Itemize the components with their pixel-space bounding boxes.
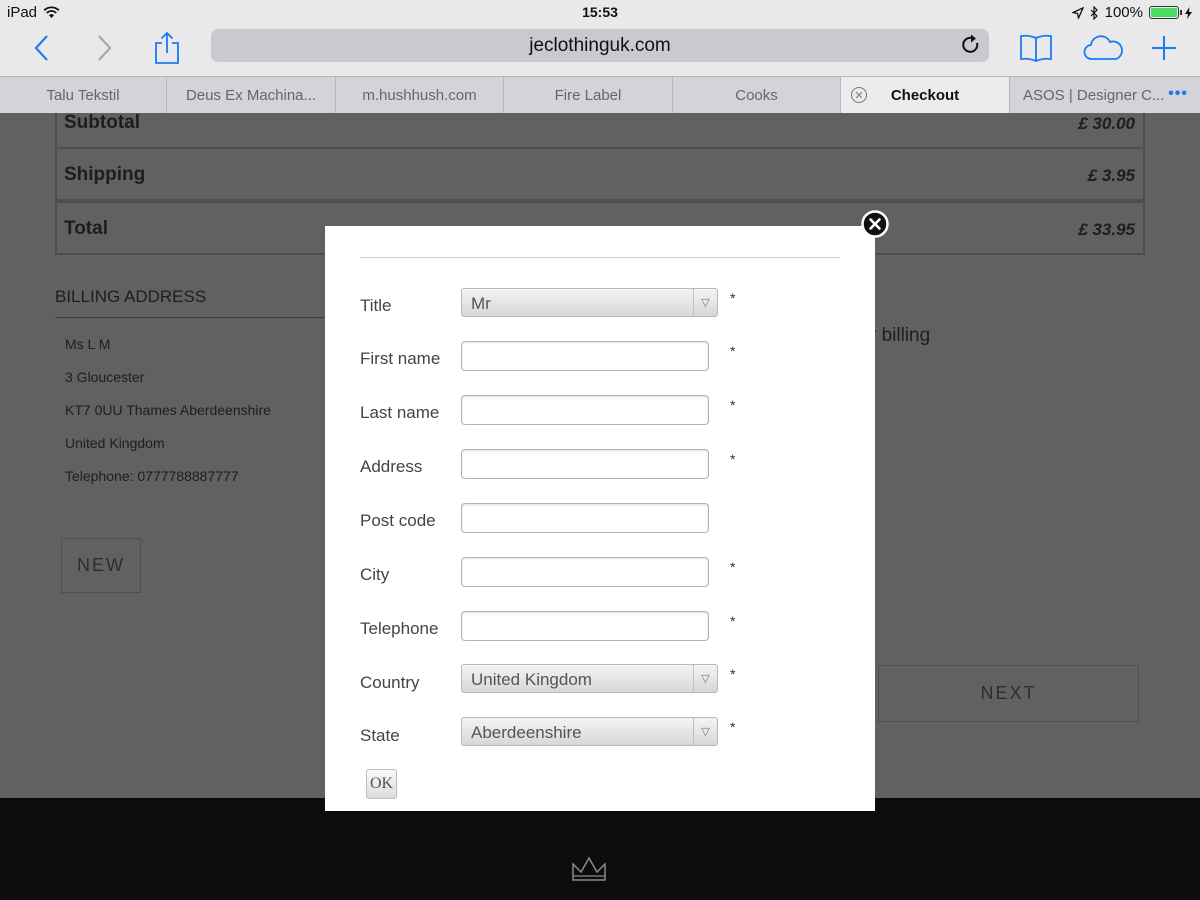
required-marker: * [730,719,736,735]
required-marker: * [730,559,736,575]
state-label: State [360,726,400,745]
last-name-input[interactable] [461,395,709,425]
required-marker: * [730,397,736,413]
tab-asos[interactable]: ASOS | Designer C... ••• [1010,77,1200,113]
back-button[interactable] [26,28,56,68]
required-marker: * [730,666,736,682]
tab-checkout[interactable]: Checkout [841,77,1010,113]
browser-toolbar: jeclothinguk.com [0,24,1200,76]
telephone-input[interactable] [461,611,709,641]
dropdown-arrow-icon: ▽ [693,665,717,692]
address-bar[interactable]: jeclothinguk.com [211,29,989,62]
tab-hushhush[interactable]: m.hushhush.com [336,77,504,113]
divider [55,317,345,318]
tab-label: m.hushhush.com [362,86,477,104]
url-text: jeclothinguk.com [529,35,671,56]
tab-cooks[interactable]: Cooks [673,77,841,113]
subtotal-value: £ 30.00 [1078,114,1135,133]
plus-icon [1152,36,1176,60]
tab-deus-ex-machina[interactable]: Deus Ex Machina... [167,77,336,113]
country-select-value: United Kingdom [471,670,592,689]
state-select[interactable]: Aberdeenshire ▽ [461,717,718,746]
title-select[interactable]: Mr ▽ [461,288,718,317]
telephone-label: Telephone [360,619,439,638]
bookmarks-button[interactable] [1019,28,1053,68]
icloud-tabs-button[interactable] [1081,28,1125,68]
new-address-button[interactable]: NEW [61,538,141,593]
address-label: Address [360,457,423,476]
tab-bar: Talu Tekstil Deus Ex Machina... m.hushhu… [0,76,1200,113]
battery-icon [1149,6,1182,19]
address-line: Telephone: 0777788887777 [65,468,239,484]
share-button[interactable] [152,28,182,68]
crown-logo-icon [572,856,606,881]
tab-label: Cooks [735,86,778,104]
next-button[interactable]: NEXT [878,665,1139,722]
last-name-label: Last name [360,403,440,422]
post-code-label: Post code [360,511,436,530]
address-line: United Kingdom [65,435,165,451]
location-icon [1071,6,1084,19]
total-value: £ 33.95 [1078,220,1135,239]
required-marker: * [730,343,736,359]
shipping-row: Shipping £ 3.95 [55,147,1145,201]
tab-label: Checkout [890,86,960,104]
charging-icon [1185,6,1192,19]
shipping-value: £ 3.95 [1087,166,1135,185]
subtotal-label: Subtotal [64,113,140,133]
clock: 15:53 [582,4,618,20]
more-tabs-icon[interactable]: ••• [1168,85,1188,103]
address-line: KT7 0UU Thames Aberdeenshire [65,402,271,418]
city-label: City [360,565,390,584]
modal-close-button[interactable] [861,210,889,238]
status-bar: iPad 15:53 100% [0,0,1200,24]
billing-address-heading: BILLING ADDRESS [55,287,207,306]
cloud-icon [1083,35,1123,60]
modal-divider [360,257,840,258]
first-name-input[interactable] [461,341,709,371]
bluetooth-icon [1090,5,1098,20]
book-icon [1020,34,1052,62]
state-select-value: Aberdeenshire [471,723,582,742]
reload-icon [962,34,979,53]
chevron-right-icon [98,35,112,61]
ok-button[interactable]: OK [366,769,397,799]
tab-label: Deus Ex Machina... [185,86,317,104]
tab-fire-label[interactable]: Fire Label [504,77,673,113]
chevron-left-icon [34,35,48,61]
billing-side-text: r billing [870,325,931,346]
total-label: Total [64,218,108,239]
forward-button[interactable] [90,28,120,68]
new-tab-button[interactable] [1149,28,1179,68]
close-icon [861,210,889,238]
dropdown-arrow-icon: ▽ [693,718,717,745]
country-label: Country [360,673,420,692]
close-circle-icon [851,87,867,103]
address-line: 3 Gloucester [65,369,145,385]
first-name-label: First name [360,349,441,368]
dropdown-arrow-icon: ▽ [693,289,717,316]
address-input[interactable] [461,449,709,479]
required-marker: * [730,290,736,306]
tab-label: ASOS | Designer C... [1023,86,1165,104]
site-footer [0,798,1200,900]
required-marker: * [730,613,736,629]
tab-talu-tekstil[interactable]: Talu Tekstil [0,77,167,113]
post-code-input[interactable] [461,503,709,533]
battery-percentage: 100% [1104,4,1143,21]
country-select[interactable]: United Kingdom ▽ [461,664,718,693]
required-marker: * [730,451,736,467]
title-label: Title [360,296,392,315]
city-input[interactable] [461,557,709,587]
tab-label: Talu Tekstil [46,86,120,104]
shipping-label: Shipping [64,164,146,185]
title-select-value: Mr [471,294,491,313]
tab-close-button[interactable] [850,86,868,108]
share-icon [155,31,179,64]
reload-button[interactable] [961,34,981,61]
address-line: Ms L M [65,336,111,352]
subtotal-row: Subtotal £ 30.00 [55,113,1145,149]
tab-label: Fire Label [554,86,622,104]
address-form-modal: Title Mr ▽ * First name * Last name * Ad… [325,226,875,811]
